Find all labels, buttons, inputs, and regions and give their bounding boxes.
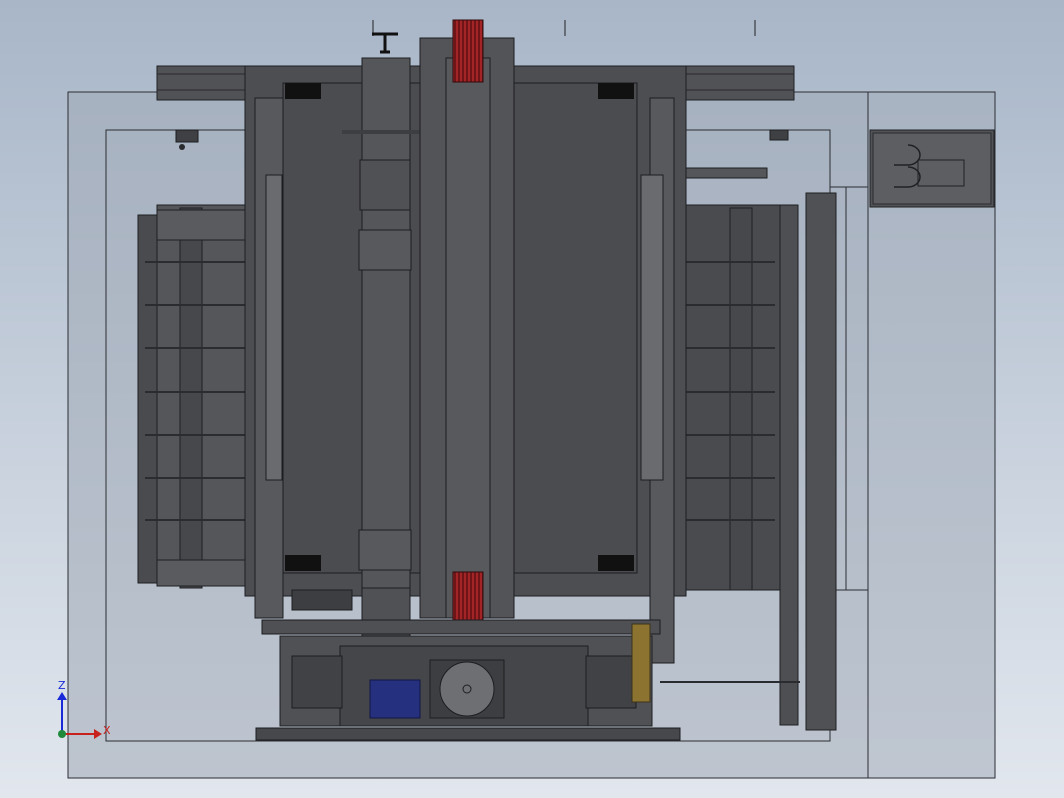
belt-column[interactable] — [419, 19, 515, 633]
motor-pulley[interactable] — [439, 661, 495, 717]
cad-viewport[interactable]: Z X — [0, 0, 1064, 798]
left-tray-rack[interactable] — [137, 204, 259, 589]
motor-plate — [369, 679, 421, 719]
control-box[interactable] — [869, 129, 995, 208]
triad-x-label: X — [103, 724, 111, 737]
triad-z-label: Z — [58, 679, 66, 692]
